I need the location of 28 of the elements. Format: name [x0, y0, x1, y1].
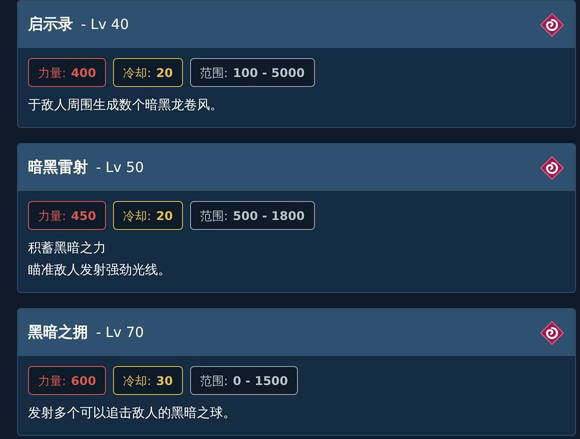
stat-value: 600 — [71, 372, 96, 390]
stat-value: 20 — [156, 64, 173, 82]
skill-name: 启示录 — [28, 14, 73, 35]
skill-name: 暗黑雷射 — [28, 157, 88, 178]
stat-label: 范围: — [200, 372, 228, 390]
stat-value: 0 - 1500 — [232, 372, 288, 390]
stat-value: 500 - 1800 — [232, 208, 305, 224]
skill-level: - Lv 70 — [96, 324, 144, 343]
stat-label: 力量: — [38, 372, 66, 390]
stat-value: 400 — [71, 64, 96, 82]
stat-value: 100 - 5000 — [232, 64, 305, 82]
skill-description: 于敌人周围生成数个暗黑龙卷风。 — [28, 97, 224, 115]
stat-label: 力量: — [38, 64, 66, 82]
stat-value: 30 — [156, 372, 173, 390]
skill-name: 黑暗之拥 — [28, 322, 88, 343]
stat-label: 冷却: — [123, 372, 152, 390]
skill-level: - Lv 50 — [96, 159, 144, 178]
skill-description: 积蓄黑暗之力 — [28, 240, 107, 258]
stat-label: 范围: — [200, 208, 228, 224]
stat-value: 20 — [156, 208, 173, 224]
stat-label: 冷却: — [123, 208, 152, 224]
stat-label: 冷却: — [123, 64, 152, 82]
stat-value: 450 — [71, 208, 96, 224]
skill-description: 发射多个可以追击敌人的黑暗之球。 — [28, 405, 237, 423]
stat-label: 力量: — [38, 208, 66, 224]
stat-label: 范围: — [200, 64, 228, 82]
skill-level: - Lv 40 — [81, 16, 129, 35]
skill-description: 瞄准敌人发射强劲光线。 — [28, 262, 172, 280]
